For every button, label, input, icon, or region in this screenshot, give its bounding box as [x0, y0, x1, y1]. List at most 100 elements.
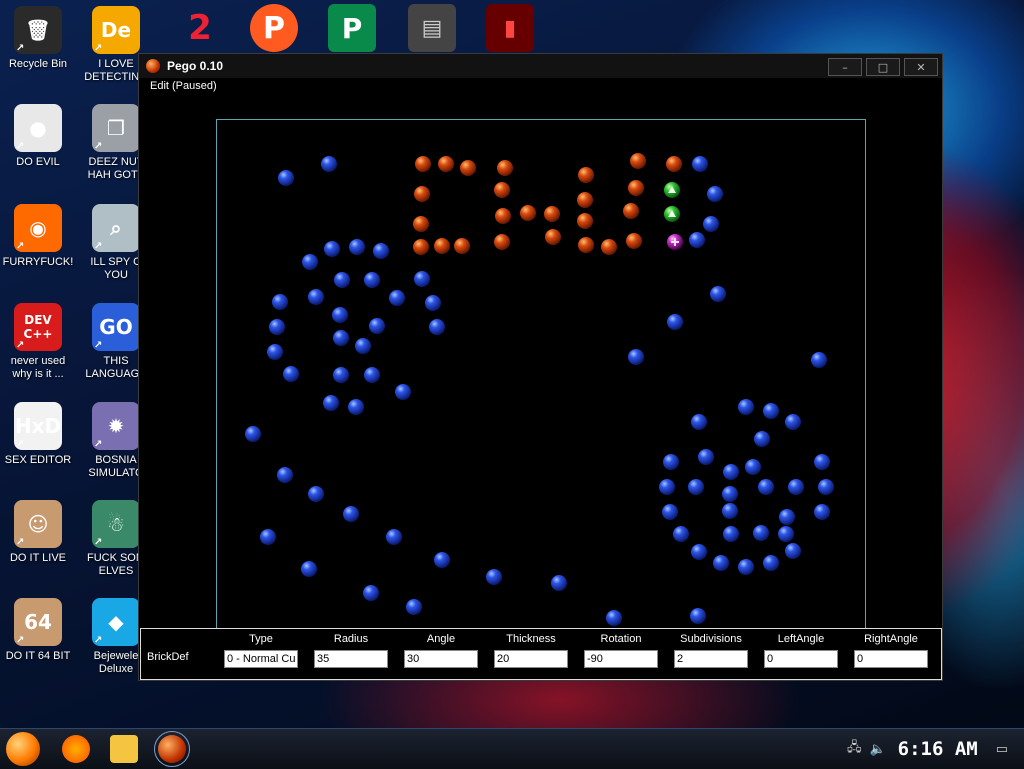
blue-peg[interactable]: [606, 610, 622, 626]
blue-peg[interactable]: [788, 479, 804, 495]
blue-peg[interactable]: [348, 399, 364, 415]
file-explorer-icon[interactable]: [110, 735, 138, 763]
blue-peg[interactable]: [710, 286, 726, 302]
orange-peg[interactable]: [626, 233, 642, 249]
desktop-icon[interactable]: 🗑 ↗ Recycle Bin: [2, 6, 74, 71]
blue-peg[interactable]: [692, 156, 708, 172]
blue-peg[interactable]: [754, 431, 770, 447]
orange-peg[interactable]: [544, 206, 560, 222]
orange-peg[interactable]: [577, 192, 593, 208]
blue-peg[interactable]: [363, 585, 379, 601]
blue-peg[interactable]: [673, 526, 689, 542]
desktop-icon[interactable]: DEV C++ ↗ never used why is it ...: [2, 303, 74, 381]
blue-peg[interactable]: [334, 272, 350, 288]
orange-peg[interactable]: [434, 238, 450, 254]
blue-peg[interactable]: [663, 454, 679, 470]
blue-peg[interactable]: [260, 529, 276, 545]
blue-peg[interactable]: [343, 506, 359, 522]
blue-peg[interactable]: [738, 399, 754, 415]
desktop-icon[interactable]: 64 ↗ DO IT 64 BIT: [2, 598, 74, 663]
blue-peg[interactable]: [723, 526, 739, 542]
blue-peg[interactable]: [785, 414, 801, 430]
blue-peg[interactable]: [785, 543, 801, 559]
blue-peg[interactable]: [690, 608, 706, 624]
blue-peg[interactable]: [406, 599, 422, 615]
blue-peg[interactable]: [659, 479, 675, 495]
blue-peg[interactable]: [321, 156, 337, 172]
brickdef-field-input[interactable]: [674, 650, 748, 668]
desktop-icon[interactable]: ◉ ↗ FURRYFUCK!: [2, 204, 74, 269]
blue-peg[interactable]: [763, 403, 779, 419]
top-icon-computer[interactable]: ▤: [408, 4, 456, 52]
blue-peg[interactable]: [698, 449, 714, 465]
firefox-icon[interactable]: [62, 735, 90, 763]
brickdef-field-input[interactable]: [404, 650, 478, 668]
brickdef-field-input[interactable]: [764, 650, 838, 668]
notifications-icon[interactable]: ▭: [996, 742, 1008, 757]
brickdef-field-input[interactable]: [494, 650, 568, 668]
pego-icon[interactable]: [154, 731, 190, 767]
orange-peg[interactable]: [415, 156, 431, 172]
blue-peg[interactable]: [355, 338, 371, 354]
blue-peg[interactable]: [713, 555, 729, 571]
blue-peg[interactable]: [434, 552, 450, 568]
blue-peg[interactable]: [277, 467, 293, 483]
blue-peg[interactable]: [302, 254, 318, 270]
blue-peg[interactable]: [267, 344, 283, 360]
network-icon[interactable]: 🖧: [847, 738, 862, 760]
blue-peg[interactable]: [811, 352, 827, 368]
blue-peg[interactable]: [688, 479, 704, 495]
blue-peg[interactable]: [779, 509, 795, 525]
blue-peg[interactable]: [269, 319, 285, 335]
blue-peg[interactable]: [814, 504, 830, 520]
volume-icon[interactable]: 🔈: [869, 742, 885, 757]
blue-peg[interactable]: [308, 289, 324, 305]
orange-peg[interactable]: [520, 205, 536, 221]
blue-peg[interactable]: [425, 295, 441, 311]
blue-peg[interactable]: [691, 414, 707, 430]
blue-peg[interactable]: [333, 330, 349, 346]
orange-peg[interactable]: [460, 160, 476, 176]
blue-peg[interactable]: [703, 216, 719, 232]
blue-peg[interactable]: [301, 561, 317, 577]
orange-peg[interactable]: [438, 156, 454, 172]
orange-peg[interactable]: [413, 239, 429, 255]
brickdef-field-input[interactable]: [224, 650, 298, 668]
blue-peg[interactable]: [429, 319, 445, 335]
blue-peg[interactable]: [758, 479, 774, 495]
orange-peg[interactable]: [414, 186, 430, 202]
orange-peg[interactable]: [578, 237, 594, 253]
blue-peg[interactable]: [486, 569, 502, 585]
pego-window[interactable]: Pego 0.10 – □ ✕ Edit (Paused) BrickDef T…: [138, 53, 943, 681]
blue-peg[interactable]: [551, 575, 567, 591]
blue-peg[interactable]: [722, 503, 738, 519]
desktop-icon[interactable]: ● ↗ DO EVIL: [2, 104, 74, 169]
blue-peg[interactable]: [745, 459, 761, 475]
top-icon-ie[interactable]: 2: [176, 4, 224, 52]
orange-peg[interactable]: [578, 167, 594, 183]
blue-peg[interactable]: [333, 367, 349, 383]
blue-peg[interactable]: [763, 555, 779, 571]
blue-peg[interactable]: [818, 479, 834, 495]
blue-peg[interactable]: [707, 186, 723, 202]
orange-peg[interactable]: [495, 208, 511, 224]
orange-peg[interactable]: [666, 156, 682, 172]
brickdef-field-input[interactable]: [584, 650, 658, 668]
blue-peg[interactable]: [722, 486, 738, 502]
blue-peg[interactable]: [386, 529, 402, 545]
blue-peg[interactable]: [278, 170, 294, 186]
blue-peg[interactable]: [628, 349, 644, 365]
blue-peg[interactable]: [283, 366, 299, 382]
blue-peg[interactable]: [753, 525, 769, 541]
blue-peg[interactable]: [364, 367, 380, 383]
orange-peg[interactable]: [628, 180, 644, 196]
orange-peg[interactable]: [413, 216, 429, 232]
orange-peg[interactable]: [494, 182, 510, 198]
blue-peg[interactable]: [245, 426, 261, 442]
blue-peg[interactable]: [308, 486, 324, 502]
blue-peg[interactable]: [689, 232, 705, 248]
blue-peg[interactable]: [691, 544, 707, 560]
blue-peg[interactable]: [414, 271, 430, 287]
blue-peg[interactable]: [323, 395, 339, 411]
start-button[interactable]: [6, 732, 40, 766]
